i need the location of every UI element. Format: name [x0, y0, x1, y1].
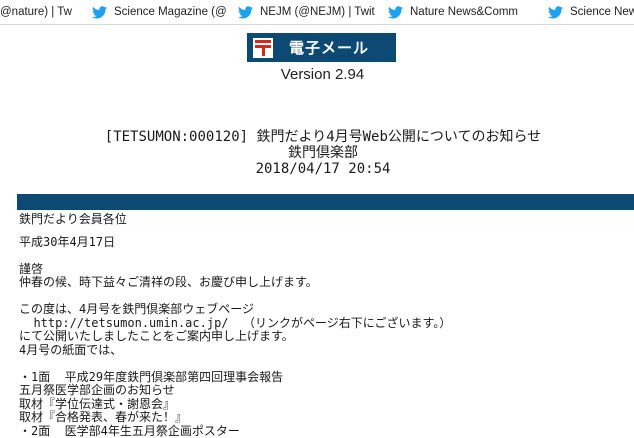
- twitter-bird-icon: [388, 6, 403, 19]
- body-list-item: 五月祭医学部企画のお知らせ: [19, 384, 631, 398]
- bookmark-nature[interactable]: @nature) | Tw: [0, 0, 86, 24]
- twitter-bird-icon: [92, 6, 107, 19]
- body-seasonal: 仲春の候、時下益々ご清祥の段、お慶び申し上げます。: [19, 276, 631, 290]
- body-salutation: 謹啓: [19, 263, 631, 277]
- message-body: 鉄門だより会員各位 平成30年4月17日 謹啓 仲春の候、時下益々ご清祥の段、お…: [19, 213, 631, 438]
- bookmark-label: NEJM (@NEJM) | Twit: [260, 6, 375, 18]
- header-divider: [17, 194, 634, 210]
- bookmark-nejm[interactable]: NEJM (@NEJM) | Twit: [232, 0, 382, 24]
- body-url-line[interactable]: http://tetsumon.umin.ac.jp/ （リンクがページ右下にご…: [19, 317, 631, 331]
- app-logo: 電子メール: [247, 33, 396, 62]
- bookmark-science-news[interactable]: Science News: [542, 0, 634, 24]
- app-version: Version 2.94: [0, 66, 634, 83]
- message-subject: [TETSUMON:000120] 鉄門だより4月号Web公開についてのお知らせ: [0, 129, 634, 145]
- body-notice: 4月号の紙面では、: [19, 344, 631, 358]
- body-greeting: 鉄門だより会員各位: [19, 213, 631, 227]
- body-date-line: 平成30年4月17日: [19, 236, 631, 250]
- bookmark-label: @nature) | Tw: [0, 6, 72, 18]
- bookmark-label: Science News: [570, 6, 634, 18]
- body-notice: この度は、4月号を鉄門倶楽部ウェブページ: [19, 303, 631, 317]
- body-list-item: ・1面 平成29年度鉄門倶楽部第四回理事会報告: [19, 371, 631, 385]
- body-list-item: 取材『学位伝達式・謝恩会』: [19, 398, 631, 412]
- twitter-bird-icon: [548, 6, 563, 19]
- message-date: 2018/04/17 20:54: [0, 161, 634, 177]
- logo-title: 電子メール: [289, 37, 369, 58]
- bookmark-nature-news[interactable]: Nature News&Comm: [382, 0, 542, 24]
- twitter-bird-icon: [238, 6, 253, 19]
- bookmark-label: Nature News&Comm: [410, 6, 518, 18]
- postal-mark-icon: [253, 38, 273, 58]
- bookmark-label: Science Magazine (@: [114, 6, 227, 18]
- bookmarks-bar: @nature) | Tw Science Magazine (@ NEJM (…: [0, 0, 634, 25]
- body-list-item: 取材『合格発表、春が来た！』: [19, 411, 631, 425]
- message-sender: 鉄門倶楽部: [0, 145, 634, 161]
- message-header: [TETSUMON:000120] 鉄門だより4月号Web公開についてのお知らせ…: [0, 129, 634, 177]
- body-notice: にて公開いたしましたことをご案内申し上げます。: [19, 330, 631, 344]
- bookmark-science-magazine[interactable]: Science Magazine (@: [86, 0, 232, 24]
